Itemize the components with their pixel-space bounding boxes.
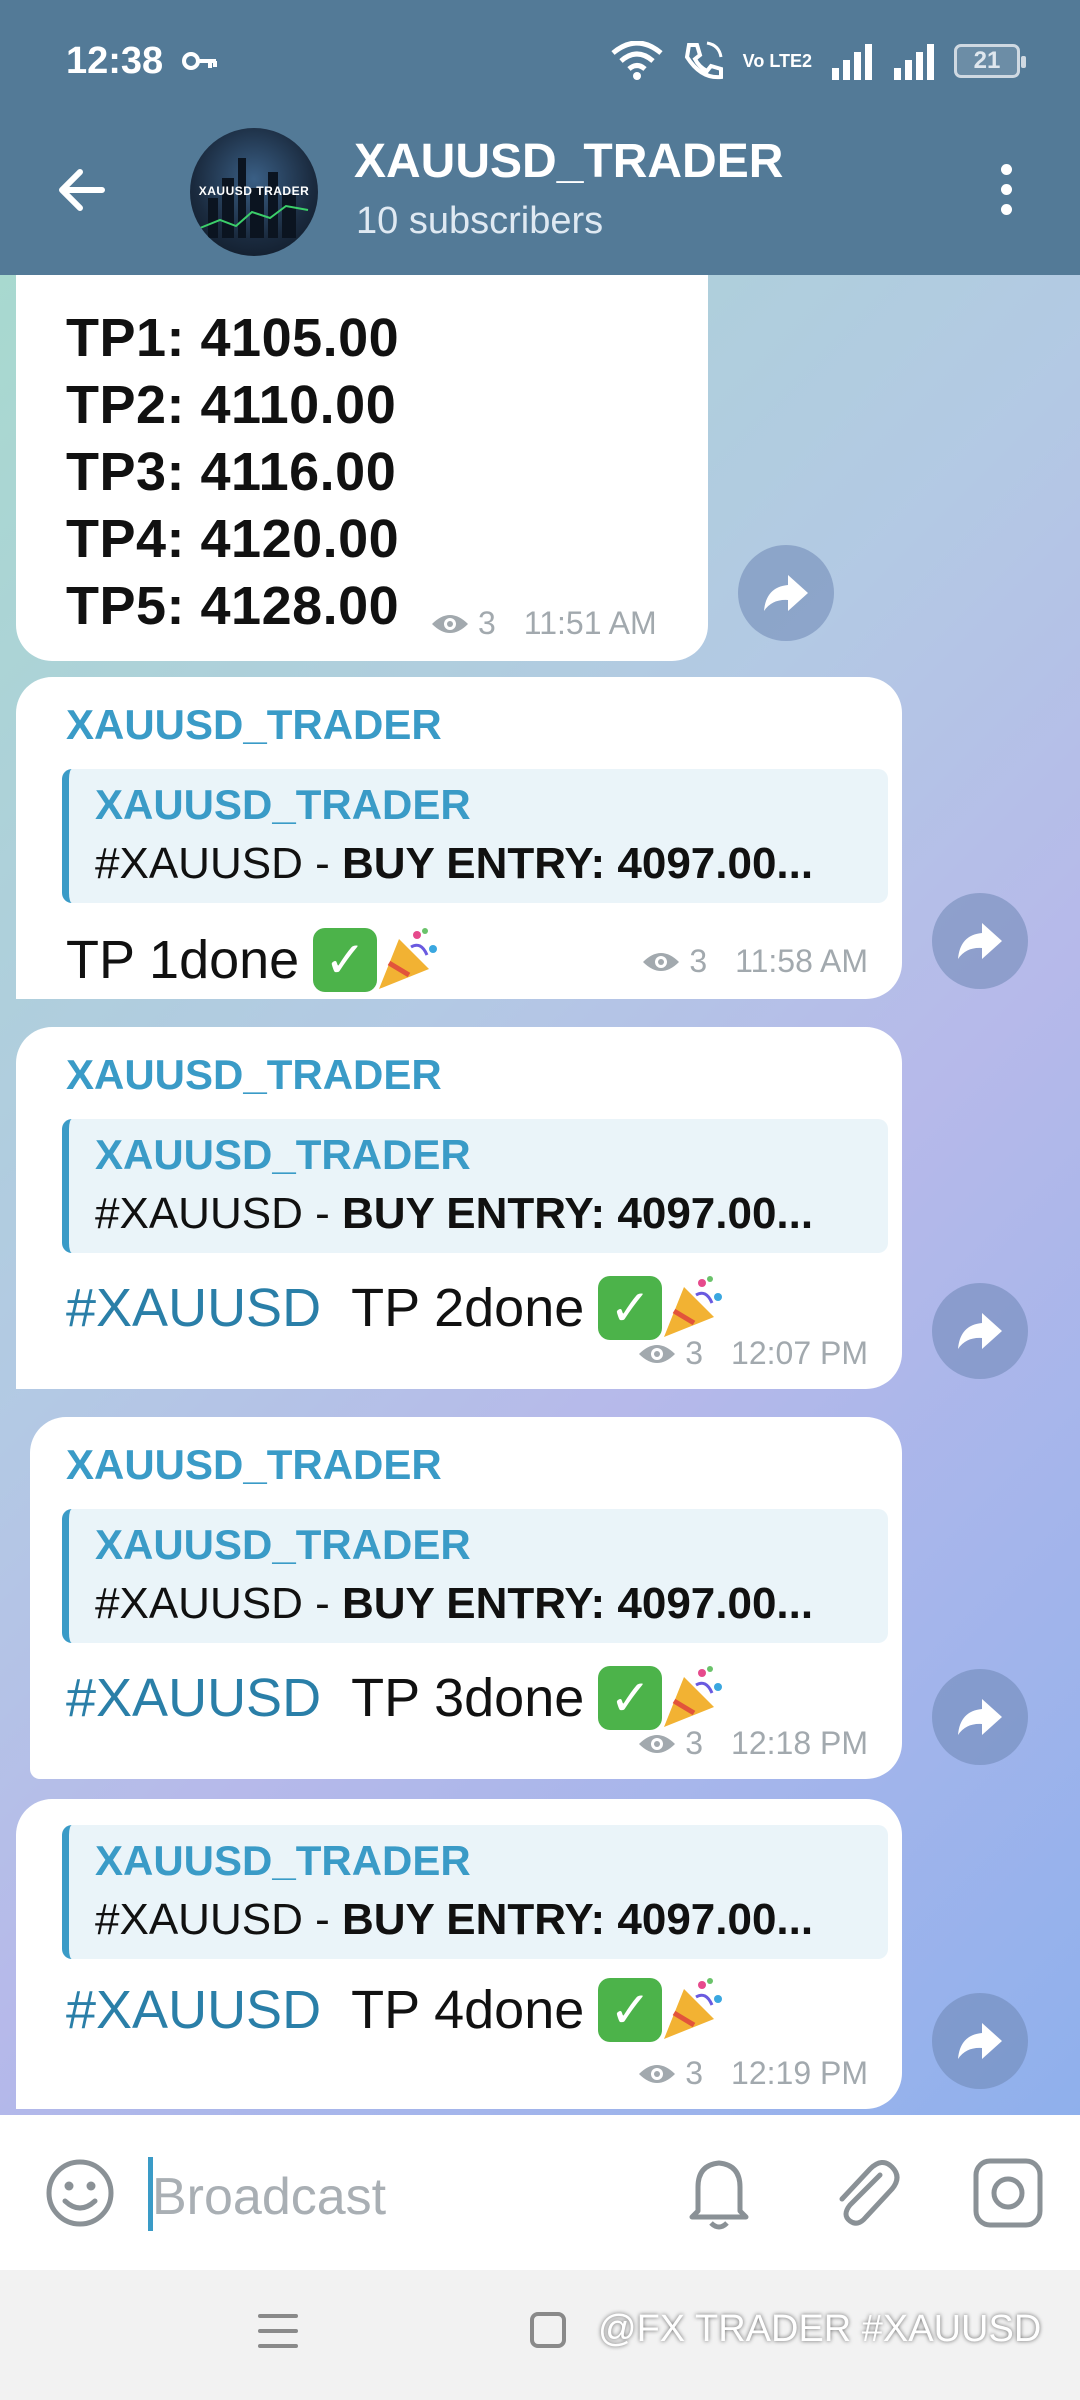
battery-indicator: 21: [954, 44, 1026, 78]
check-mark-emoji: ✓: [598, 1276, 663, 1340]
wifi-call-icon: [684, 41, 723, 80]
tp-line: TP5: 4128.00: [66, 576, 400, 636]
quote-sender: XAUUSD_TRADER: [95, 1521, 471, 1568]
hashtag-link[interactable]: #XAUUSD: [66, 1277, 321, 1339]
message-body: TP 3done: [351, 1668, 585, 1728]
tp-line: TP4: 4120.00: [66, 509, 400, 569]
wifi-icon: [611, 41, 663, 80]
reply-quote[interactable]: XAUUSD_TRADER #XAUUSD - BUY ENTRY: 4097.…: [62, 769, 888, 903]
hashtag-link[interactable]: #XAUUSD: [66, 1979, 321, 2041]
more-vert-icon[interactable]: [994, 164, 1018, 220]
signal-icon: [832, 44, 872, 80]
message-body: TP 1done: [66, 930, 300, 990]
quote-text: #XAUUSD - BUY ENTRY: 4097.00...: [95, 1189, 814, 1238]
sender-name[interactable]: XAUUSD_TRADER: [66, 701, 442, 749]
party-popper-emoji: [664, 1276, 723, 1337]
sender-name[interactable]: XAUUSD_TRADER: [66, 1441, 442, 1489]
message-meta: 3 11:51 AM: [430, 605, 657, 642]
message-time: 11:51 AM: [523, 605, 657, 641]
recent-apps-icon[interactable]: [258, 2314, 298, 2354]
message-meta: 3 12:18 PM: [637, 1725, 868, 1762]
arrow-left-icon[interactable]: [52, 160, 112, 220]
message-time: 12:18 PM: [731, 1725, 868, 1761]
view-count: 3: [689, 943, 708, 979]
volte-indicator: Vo LTE2: [742, 51, 812, 71]
check-mark-emoji: ✓: [598, 1978, 663, 2042]
share-icon[interactable]: [932, 1669, 1028, 1765]
signal-icon-2: [894, 44, 934, 80]
quote-sender: XAUUSD_TRADER: [95, 1837, 471, 1884]
camera-icon[interactable]: [970, 2155, 1046, 2231]
sender-name[interactable]: XAUUSD_TRADER: [66, 1051, 442, 1099]
channel-title[interactable]: XAUUSD_TRADER: [354, 134, 783, 189]
status-time: 12:38: [66, 40, 164, 82]
message-bubble[interactable]: XAUUSD_TRADER XAUUSD_TRADER #XAUUSD - BU…: [16, 1027, 902, 1389]
share-icon[interactable]: [932, 1993, 1028, 2089]
eye-icon: [643, 952, 680, 971]
reply-quote[interactable]: XAUUSD_TRADER #XAUUSD - BUY ENTRY: 4097.…: [62, 1825, 888, 1959]
tp-line: TP1: 4105.00: [66, 308, 400, 368]
smile-icon[interactable]: [44, 2157, 116, 2229]
bell-icon[interactable]: [684, 2153, 754, 2231]
party-popper-emoji: [664, 1978, 723, 2039]
message-text: #XAUUSD TP 3done ✓: [66, 1663, 728, 1733]
system-navigation-bar: @FX TRADER #XAUUSD: [0, 2270, 1080, 2400]
tp-line: TP3: 4116.00: [66, 442, 397, 502]
party-popper-emoji: [379, 928, 438, 989]
top-app-bar: 12:38 Vo LTE2 21 XAUUSD TRADER XAUUSD_TR…: [0, 0, 1080, 275]
message-list[interactable]: TP1: 4105.00 TP2: 4110.00 TP3: 4116.00 T…: [0, 275, 1080, 2115]
eye-icon: [639, 2064, 676, 2083]
message-meta: 3 12:19 PM: [637, 2055, 868, 2092]
view-count: 3: [685, 1335, 704, 1371]
broadcast-input[interactable]: Broadcast: [152, 2167, 386, 2227]
party-popper-emoji: [664, 1666, 723, 1727]
message-time: 11:58 AM: [735, 943, 868, 979]
paperclip-icon[interactable]: [830, 2155, 902, 2229]
hashtag-link[interactable]: #XAUUSD: [66, 1667, 321, 1729]
home-icon[interactable]: [530, 2312, 566, 2348]
message-text: #XAUUSD TP 2done ✓: [66, 1273, 728, 1343]
status-icons: Vo LTE2 21: [611, 36, 1026, 86]
check-mark-emoji: ✓: [313, 928, 378, 992]
message-bubble[interactable]: XAUUSD_TRADER #XAUUSD - BUY ENTRY: 4097.…: [16, 1799, 902, 2109]
message-body: TP 2done: [351, 1278, 585, 1338]
message-bubble[interactable]: TP1: 4105.00 TP2: 4110.00 TP3: 4116.00 T…: [16, 275, 708, 661]
message-time: 12:07 PM: [731, 1335, 868, 1371]
view-count: 3: [685, 2055, 704, 2091]
broadcast-input-bar: Broadcast: [0, 2115, 1080, 2270]
status-bar: 12:38 Vo LTE2 21: [0, 0, 1080, 120]
quote-text: #XAUUSD - BUY ENTRY: 4097.00...: [95, 1895, 814, 1944]
view-count: 3: [685, 1725, 704, 1761]
eye-icon: [639, 1344, 676, 1363]
reply-quote[interactable]: XAUUSD_TRADER #XAUUSD - BUY ENTRY: 4097.…: [62, 1119, 888, 1253]
tp-line: TP2: 4110.00: [66, 375, 397, 435]
watermark-text: @FX TRADER #XAUUSD: [598, 2308, 1042, 2350]
view-count: 3: [478, 605, 496, 641]
quote-sender: XAUUSD_TRADER: [95, 781, 471, 828]
message-meta: 3 12:07 PM: [637, 1335, 868, 1372]
quote-text: #XAUUSD - BUY ENTRY: 4097.00...: [95, 839, 814, 888]
quote-sender: XAUUSD_TRADER: [95, 1131, 471, 1178]
channel-avatar[interactable]: XAUUSD TRADER: [190, 128, 318, 256]
share-icon[interactable]: [738, 545, 834, 641]
message-meta: 3 11:58 AM: [641, 943, 868, 980]
share-icon[interactable]: [932, 893, 1028, 989]
message-bubble[interactable]: XAUUSD_TRADER XAUUSD_TRADER #XAUUSD - BU…: [16, 677, 902, 999]
message-text: #XAUUSD TP 4done ✓: [66, 1975, 728, 2045]
subscriber-count: 10 subscribers: [356, 200, 604, 242]
message-text: TP 1done ✓: [66, 925, 443, 995]
message-body: TP 4done: [351, 1980, 585, 2040]
message-time: 12:19 PM: [731, 2055, 868, 2091]
eye-icon: [639, 1734, 676, 1753]
vpn-key-icon: [182, 52, 217, 70]
quote-text: #XAUUSD - BUY ENTRY: 4097.00...: [95, 1579, 814, 1628]
share-icon[interactable]: [932, 1283, 1028, 1379]
reply-quote[interactable]: XAUUSD_TRADER #XAUUSD - BUY ENTRY: 4097.…: [62, 1509, 888, 1643]
check-mark-emoji: ✓: [598, 1666, 663, 1730]
avatar-label: XAUUSD TRADER: [198, 184, 310, 198]
message-bubble[interactable]: XAUUSD_TRADER XAUUSD_TRADER #XAUUSD - BU…: [30, 1417, 902, 1779]
eye-icon: [432, 614, 468, 633]
